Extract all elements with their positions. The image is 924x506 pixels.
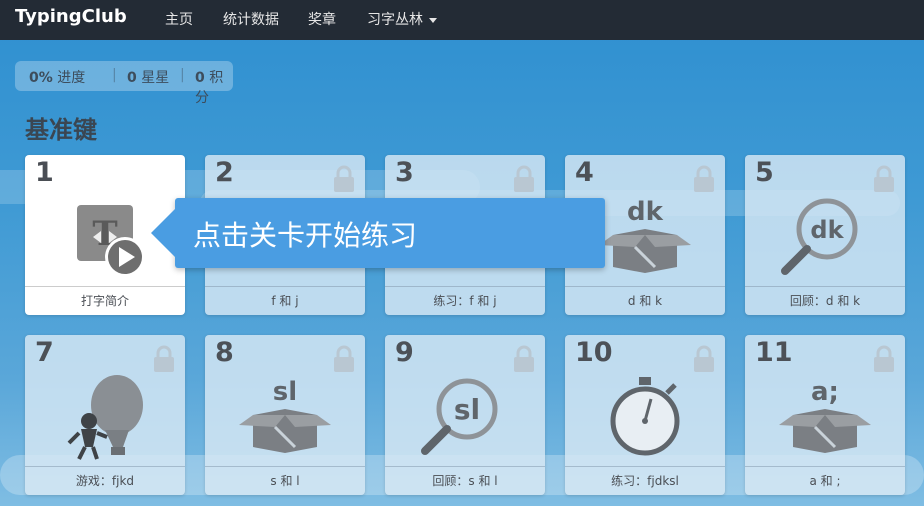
lesson-label: 打字简介 <box>25 286 185 315</box>
lesson-card-7[interactable]: 7 游戏：fjkd <box>25 335 185 495</box>
lesson-card-11[interactable]: 11 a; a 和 ; <box>745 335 905 495</box>
play-intro-icon: T <box>77 205 145 277</box>
lesson-card-10[interactable]: 10 练习：fjdksl <box>565 335 725 495</box>
lesson-number: 10 <box>575 337 613 368</box>
lock-icon <box>514 165 534 192</box>
progress-stat: 0% 进度 <box>29 70 86 86</box>
lesson-number: 7 <box>35 337 54 368</box>
lesson-label: a 和 ; <box>745 466 905 495</box>
nav-stats[interactable]: 统计数据 <box>223 9 279 29</box>
lesson-number: 1 <box>35 157 54 188</box>
top-nav: TypingClub 主页 统计数据 奖章 习字丛林 <box>0 0 924 40</box>
lesson-card-9[interactable]: 9 sl 回顾：s 和 l <box>385 335 545 495</box>
lesson-label: d 和 k <box>565 286 725 315</box>
magnifier-icon: dk <box>781 198 858 275</box>
brand-logo[interactable]: TypingClub <box>15 6 127 27</box>
divider: | <box>112 67 117 83</box>
lesson-number: 5 <box>755 157 774 188</box>
lock-icon <box>154 345 174 372</box>
lesson-card-5[interactable]: 5 dk 回顾：d 和 k <box>745 155 905 315</box>
lesson-number: 3 <box>395 157 414 188</box>
lesson-label: 回顾：s 和 l <box>385 466 545 495</box>
stars-stat: 0 星星 <box>127 70 170 86</box>
stopwatch-icon <box>610 377 680 456</box>
lock-icon <box>874 165 894 192</box>
lesson-number: 4 <box>575 157 594 188</box>
lesson-card-8[interactable]: 8 sl s 和 l <box>205 335 365 495</box>
lesson-number: 8 <box>215 337 234 368</box>
nav-jungle-label: 习字丛林 <box>367 12 423 28</box>
keys-box-icon: a; <box>779 377 871 453</box>
box-keys-text: a; <box>811 377 839 407</box>
balloon-game-icon <box>67 375 143 460</box>
keys-box-icon: dk <box>599 197 691 273</box>
lesson-label: 练习：f 和 j <box>385 286 545 315</box>
start-lesson-tooltip: 点击关卡开始练习 <box>151 198 605 268</box>
nav-jungle-dropdown[interactable]: 习字丛林 <box>367 9 437 29</box>
lesson-label: 游戏：fjkd <box>25 466 185 495</box>
box-keys-text: sl <box>273 377 297 407</box>
lesson-number: 11 <box>755 337 793 368</box>
divider: | <box>180 67 185 83</box>
section-title: 基准键 <box>25 116 97 144</box>
lock-icon <box>514 345 534 372</box>
caret-down-icon <box>429 17 437 23</box>
lock-icon <box>334 345 354 372</box>
stats-bar: 0% 进度 | 0 星星 | 0 积分 <box>15 61 233 106</box>
lock-icon <box>334 165 354 192</box>
magnifier-keys-text: sl <box>454 393 480 426</box>
lesson-number: 9 <box>395 337 414 368</box>
nav-home[interactable]: 主页 <box>165 9 193 29</box>
magnifier-icon: sl <box>421 378 498 455</box>
lesson-label: 练习：fjdksl <box>565 466 725 495</box>
magnifier-keys-text: dk <box>810 216 844 244</box>
lesson-number: 2 <box>215 157 234 188</box>
box-keys-text: dk <box>627 197 664 227</box>
lock-icon <box>694 165 714 192</box>
lesson-label: s 和 l <box>205 466 365 495</box>
tooltip-arrow <box>151 209 175 257</box>
lock-icon <box>874 345 894 372</box>
nav-badges[interactable]: 奖章 <box>308 9 336 29</box>
keys-box-icon: sl <box>239 377 331 453</box>
tooltip-text: 点击关卡开始练习 <box>193 219 418 252</box>
lesson-label: 回顾：d 和 k <box>745 286 905 315</box>
lesson-label: f 和 j <box>205 286 365 315</box>
points-stat: 0 积分 <box>195 70 224 106</box>
lock-icon <box>694 345 714 372</box>
